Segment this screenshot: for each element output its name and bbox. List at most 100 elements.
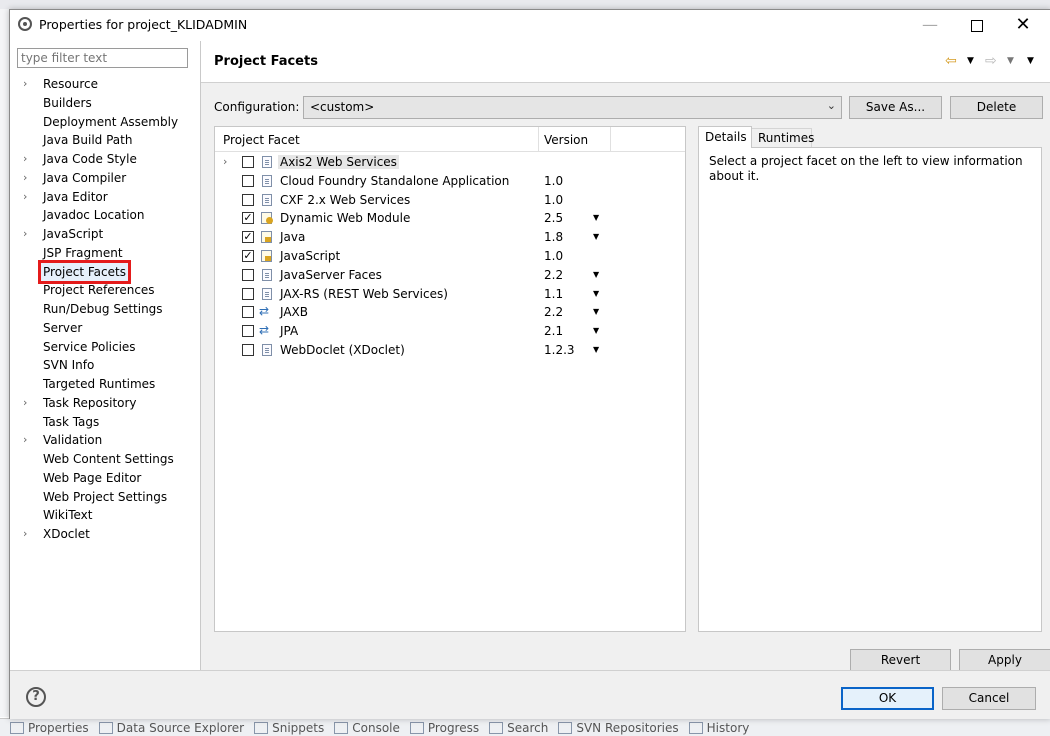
nav-item[interactable]: › Task Repository [10,394,200,413]
facet-version[interactable]: 1.2.3 [544,343,575,357]
tab-details[interactable]: Details [698,126,752,148]
chevron-right-icon[interactable]: › [23,169,35,187]
nav-item[interactable]: Project Facets [10,259,200,284]
nav-item[interactable]: Service Policies [10,338,200,357]
help-icon[interactable]: ? [26,687,46,707]
ide-view-tab[interactable]: Snippets [254,721,324,735]
nav-item[interactable]: Server [10,319,200,338]
facet-version[interactable]: 2.5 [544,211,563,225]
facet-version[interactable]: 2.2 [544,305,563,319]
filter-input[interactable] [17,48,188,68]
chevron-right-icon[interactable]: › [23,75,35,93]
facet-row[interactable]: CXF 2.x Web Services 1.0 [215,191,685,210]
delete-button[interactable]: Delete [950,96,1043,119]
version-dropdown-icon[interactable]: ▼ [593,345,599,354]
facet-row[interactable]: ⇄ JPA 2.1 ▼ [215,322,685,341]
nav-item[interactable]: Web Page Editor [10,469,200,488]
configuration-select[interactable]: <custom> ⌄ [303,96,842,119]
version-dropdown-icon[interactable]: ▼ [593,213,599,222]
nav-item[interactable]: › Java Code Style [10,150,200,169]
ide-view-tab[interactable]: Progress [409,721,479,735]
nav-item[interactable]: Deployment Assembly [10,113,200,132]
nav-item[interactable]: › Validation [10,431,200,450]
facet-checkbox[interactable] [242,343,254,356]
nav-item[interactable]: JSP Fragment [10,244,200,263]
nav-item[interactable]: Project References [10,281,200,300]
back-arrow-icon[interactable]: ⇦ [945,53,957,69]
facet-checkbox[interactable]: ✓ [242,212,254,225]
column-header-facet[interactable]: Project Facet [223,133,300,147]
facet-row[interactable]: Cloud Foundry Standalone Application 1.0 [215,172,685,191]
version-dropdown-icon[interactable]: ▼ [593,326,599,335]
chevron-right-icon[interactable]: › [23,188,35,206]
facet-checkbox[interactable] [242,174,254,187]
view-menu-icon[interactable]: ▼ [1027,56,1034,66]
forward-history-dropdown-icon[interactable]: ▼ [1007,56,1014,66]
chevron-right-icon[interactable]: › [23,431,35,449]
facet-checkbox[interactable] [242,306,254,319]
facet-version[interactable]: 2.1 [544,324,563,338]
nav-item[interactable]: Targeted Runtimes [10,375,200,394]
nav-item[interactable]: Javadoc Location [10,206,200,225]
column-divider[interactable] [538,127,539,151]
chevron-right-icon[interactable]: › [23,394,35,412]
maximize-button[interactable] [954,10,1000,40]
nav-item[interactable]: › JavaScript [10,225,200,244]
facet-checkbox[interactable]: ✓ [242,249,254,262]
facet-checkbox[interactable] [242,268,254,281]
forward-arrow-icon[interactable]: ⇨ [985,53,997,69]
apply-button[interactable]: Apply [959,649,1050,672]
nav-item[interactable]: › XDoclet [10,525,200,544]
minimize-button[interactable]: — [907,10,953,40]
facet-version[interactable]: 1.1 [544,287,563,301]
chevron-right-icon[interactable]: › [23,525,35,543]
facet-version[interactable]: 2.2 [544,268,563,282]
close-button[interactable]: ✕ [1000,10,1046,40]
ok-button[interactable]: OK [841,687,934,710]
facet-row[interactable]: ⇄ JAXB 2.2 ▼ [215,303,685,322]
version-dropdown-icon[interactable]: ▼ [593,307,599,316]
revert-button[interactable]: Revert [850,649,951,672]
version-dropdown-icon[interactable]: ▼ [593,270,599,279]
nav-item[interactable]: › Resource [10,75,200,94]
chevron-right-icon[interactable]: › [23,150,35,168]
facet-version[interactable]: 1.8 [544,230,563,244]
nav-item[interactable]: Java Build Path [10,131,200,150]
facet-row[interactable]: › Axis2 Web Services [215,153,685,172]
nav-item[interactable]: Task Tags [10,413,200,432]
nav-item[interactable]: WikiText [10,506,200,525]
facet-row[interactable]: ✓ Dynamic Web Module 2.5 ▼ [215,209,685,228]
facet-checkbox[interactable]: ✓ [242,231,254,244]
ide-view-tab[interactable]: Data Source Explorer [98,721,244,735]
facet-version[interactable]: 1.0 [544,249,563,263]
facet-checkbox[interactable] [242,156,254,168]
facet-checkbox[interactable] [242,325,254,338]
chevron-right-icon[interactable]: › [23,225,35,243]
column-divider[interactable] [610,127,611,151]
facet-row[interactable]: WebDoclet (XDoclet) 1.2.3 ▼ [215,341,685,360]
nav-item[interactable]: SVN Info [10,356,200,375]
nav-item[interactable]: › Java Editor [10,188,200,207]
column-header-version[interactable]: Version [544,133,588,147]
version-dropdown-icon[interactable]: ▼ [593,289,599,298]
nav-item[interactable]: Run/Debug Settings [10,300,200,319]
back-history-dropdown-icon[interactable]: ▼ [967,56,974,66]
ide-view-tab[interactable]: Properties [10,721,89,735]
nav-item[interactable]: Web Content Settings [10,450,200,469]
ide-view-tab[interactable]: History [688,721,749,735]
save-as-button[interactable]: Save As... [849,96,942,119]
facet-version[interactable]: 1.0 [544,193,563,207]
chevron-right-icon[interactable]: › [223,155,227,168]
version-dropdown-icon[interactable]: ▼ [593,232,599,241]
facet-checkbox[interactable] [242,193,254,206]
ide-view-tab[interactable]: SVN Repositories [558,721,679,735]
nav-item[interactable]: Builders [10,94,200,113]
facet-row[interactable]: JavaServer Faces 2.2 ▼ [215,266,685,285]
facet-row[interactable]: ✓ Java 1.8 ▼ [215,228,685,247]
ide-view-tab[interactable]: Search [489,721,548,735]
cancel-button[interactable]: Cancel [942,687,1036,710]
nav-item[interactable]: › Java Compiler [10,169,200,188]
facet-row[interactable]: ✓ JavaScript 1.0 [215,247,685,266]
facet-version[interactable]: 1.0 [544,174,563,188]
nav-item[interactable]: Web Project Settings [10,488,200,507]
